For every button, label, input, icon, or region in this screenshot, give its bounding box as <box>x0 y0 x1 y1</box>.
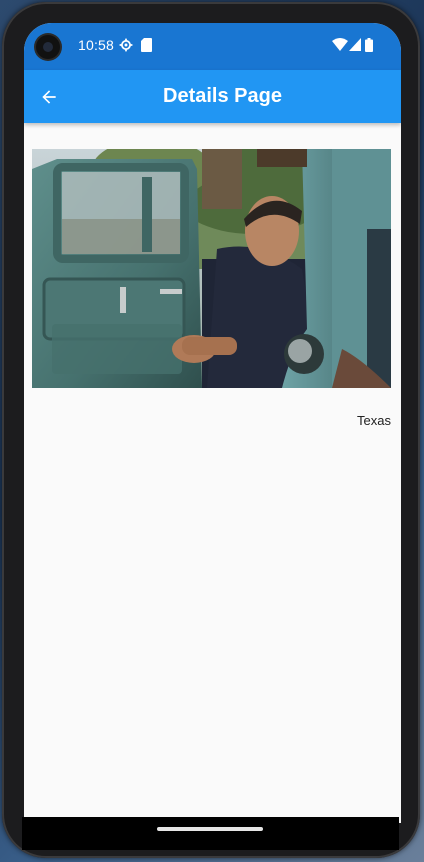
detail-image <box>32 149 391 388</box>
home-indicator[interactable] <box>157 827 263 831</box>
battery-icon <box>365 38 373 52</box>
wifi-icon <box>332 38 348 51</box>
status-bar: 10:58 <box>24 23 401 70</box>
status-time: 10:58 <box>78 37 115 53</box>
sd-card-icon <box>141 38 152 52</box>
page-title: Details Page <box>163 85 282 107</box>
device-frame: 10:58 Details Page Texas <box>2 2 420 858</box>
image-caption: Texas <box>357 413 391 428</box>
front-camera <box>36 35 60 59</box>
app-bar: Details Page <box>24 70 401 123</box>
navigation-bar <box>22 817 399 850</box>
signal-icon <box>349 38 361 51</box>
settings-icon <box>119 38 133 52</box>
screen: 10:58 Details Page Texas <box>24 23 401 823</box>
